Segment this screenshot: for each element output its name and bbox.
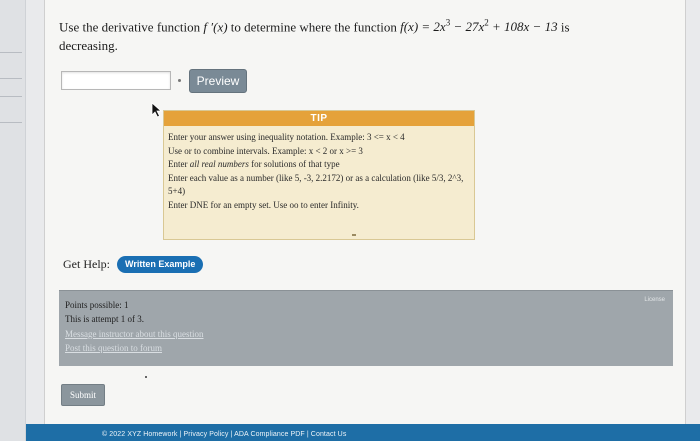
sidebar-tick	[0, 52, 22, 53]
tip-line-3: Enter all real numbers for solutions of …	[168, 158, 470, 172]
question-text: Use the derivative function f ′(x) to de…	[59, 14, 659, 55]
tip-header: TIP	[164, 111, 474, 126]
question-info-panel: Points possible: 1 This is attempt 1 of …	[59, 290, 673, 366]
license-label[interactable]: License	[644, 297, 665, 303]
points-possible: Points possible: 1	[65, 300, 129, 310]
question-text-prefix: Use the derivative function	[59, 19, 204, 35]
submit-button[interactable]: Submit	[61, 384, 105, 406]
tiny-dot	[145, 376, 147, 378]
function-expression: f(x) = 2x3 − 27x2 + 108x − 13	[400, 18, 558, 35]
left-sidebar-strip	[0, 0, 26, 441]
mouse-pointer-icon	[151, 102, 163, 118]
derivative-notation: f ′(x)	[203, 19, 228, 35]
tip-box: TIP Enter your answer using inequality n…	[163, 110, 475, 240]
tip-line-4: Enter each value as a number (like 5, -3…	[168, 172, 464, 183]
function-term-3: + 108x − 13	[488, 19, 558, 35]
question-text-line2: decreasing.	[59, 38, 118, 54]
tip-bottom-mark	[352, 234, 356, 236]
sidebar-tick	[0, 78, 22, 79]
tip-line-2: Use or to combine intervals. Example: x …	[168, 145, 363, 156]
attempt-count: This is attempt 1 of 3.	[65, 314, 144, 324]
question-text-suffix: is	[557, 19, 570, 35]
get-help-row: Get Help: Written Example	[63, 256, 204, 273]
question-text-middle: to determine where the function	[227, 19, 401, 35]
written-example-button[interactable]: Written Example	[117, 256, 204, 273]
question-card: Use the derivative function f ′(x) to de…	[44, 0, 686, 441]
get-help-label: Get Help:	[63, 257, 110, 271]
sidebar-tick	[0, 122, 22, 123]
footer-links[interactable]: © 2022 XYZ Homework | Privacy Policy | A…	[102, 431, 346, 438]
tip-lines: Enter your answer using inequality notat…	[164, 126, 474, 212]
sidebar-tick	[0, 96, 22, 97]
message-instructor-link[interactable]: Message instructor about this question	[65, 329, 203, 339]
tip-line-3-post: for solutions of that type	[248, 159, 340, 169]
tip-line-3-emphasis: all real numbers	[189, 159, 249, 169]
input-dot	[178, 79, 181, 82]
post-to-forum-link[interactable]: Post this question to forum	[65, 343, 162, 353]
tip-line-5: 5+4)	[168, 186, 186, 196]
function-term-2: − 27x	[450, 19, 485, 35]
tip-line-6: Enter DNE for an empty set. Use oo to en…	[168, 199, 359, 210]
tip-line-3-pre: Enter	[168, 159, 190, 169]
function-term-1: f(x) = 2x	[400, 19, 446, 35]
answer-input[interactable]	[61, 71, 171, 90]
preview-button[interactable]: Preview	[189, 69, 247, 93]
tip-line-1: Enter your answer using inequality notat…	[168, 132, 405, 142]
